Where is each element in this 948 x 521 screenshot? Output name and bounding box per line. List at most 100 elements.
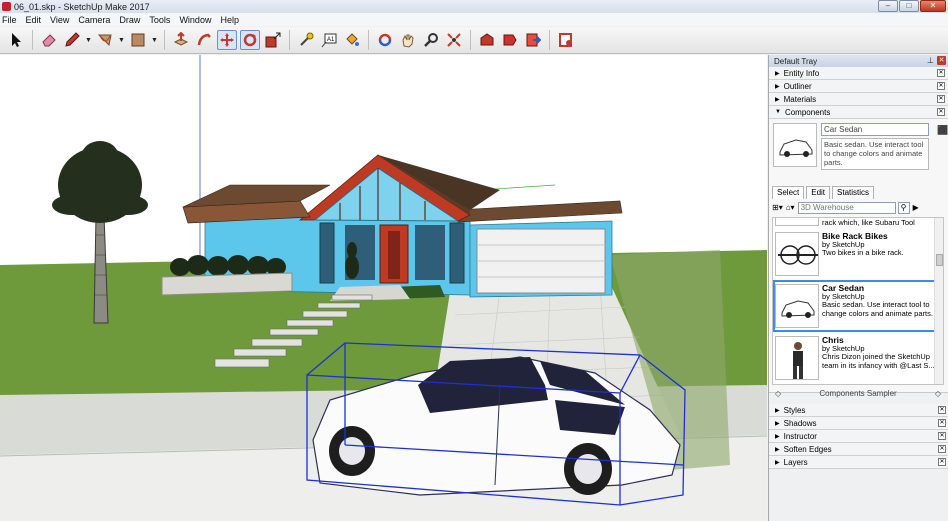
model-viewport[interactable] [0, 55, 767, 521]
selected-component-thumbnail [773, 123, 817, 167]
panel-soften-edges[interactable]: ▶ Soften Edges ✕ [769, 443, 948, 456]
selected-component: Car Sedan Basic sedan. Use interact tool… [773, 123, 948, 179]
back-arrow-icon[interactable]: ◇ [775, 389, 781, 398]
zoom-tool-icon[interactable] [421, 30, 441, 50]
push-pull-tool-icon[interactable] [171, 30, 191, 50]
menu-help[interactable]: Help [220, 15, 239, 25]
component-details-icon[interactable]: ⬛ [937, 125, 948, 136]
panel-close-icon[interactable]: ✕ [938, 432, 946, 440]
arc-dropdown-arrow-icon[interactable]: ▼ [118, 37, 125, 44]
component-thumbnail [775, 336, 819, 380]
default-tray: Default Tray ⊥ ✕ ▶ Entity Info ✕ ▶ Outli… [768, 55, 948, 521]
panel-label: Soften Edges [783, 444, 832, 454]
tab-statistics[interactable]: Statistics [832, 186, 875, 199]
tab-edit[interactable]: Edit [806, 186, 831, 199]
panel-close-icon[interactable]: ✕ [937, 108, 945, 116]
warehouse-search-input[interactable] [797, 201, 896, 214]
view-options-icon[interactable]: ⊞▾ [772, 203, 783, 212]
follow-me-tool-icon[interactable] [194, 30, 214, 50]
paint-bucket-tool-icon[interactable] [342, 30, 362, 50]
tray-close-icon[interactable]: ✕ [937, 56, 946, 65]
panel-close-icon[interactable]: ✕ [938, 445, 946, 453]
panel-layers[interactable]: ▶ Layers ✕ [769, 456, 948, 469]
maximize-button[interactable]: □ [899, 0, 919, 12]
search-icon[interactable]: ⚲ [897, 201, 910, 214]
panel-shadows[interactable]: ▶ Shadows ✕ [769, 417, 948, 430]
pan-tool-icon[interactable] [398, 30, 418, 50]
menu-edit[interactable]: Edit [26, 15, 42, 25]
warehouse-tool-icon[interactable] [477, 30, 497, 50]
panel-close-icon[interactable]: ✕ [937, 82, 945, 90]
scene-drawing[interactable] [0, 55, 767, 521]
pencil-tool-icon[interactable] [62, 30, 82, 50]
menu-window[interactable]: Window [179, 15, 211, 25]
components-list[interactable]: rack which, like Subaru Tool Bike Rack B… [772, 217, 944, 385]
components-list-scrollbar[interactable] [934, 218, 943, 384]
panel-outliner[interactable]: ▶ Outliner ✕ [769, 80, 948, 93]
sketchup-app-icon[interactable] [2, 2, 11, 11]
shape-tool-icon[interactable] [128, 30, 148, 50]
panel-close-icon[interactable]: ✕ [937, 95, 945, 103]
menu-draw[interactable]: Draw [119, 15, 140, 25]
shape-dropdown-arrow-icon[interactable]: ▼ [151, 37, 158, 44]
panel-label: Styles [783, 405, 806, 415]
tray-header: Default Tray ⊥ ✕ [769, 55, 948, 67]
text-tool-icon[interactable]: A1 [319, 30, 339, 50]
rotate-tool-icon[interactable] [240, 30, 260, 50]
component-description: Basic sedan. Use interact tool to change… [822, 300, 933, 318]
zoom-extents-tool-icon[interactable] [444, 30, 464, 50]
tray-title: Default Tray [774, 56, 818, 66]
arc-tool-icon[interactable] [95, 30, 115, 50]
extension-manager-tool-icon[interactable] [556, 30, 576, 50]
move-tool-icon[interactable] [217, 30, 237, 50]
panel-label: Layers [783, 457, 808, 467]
component-description: Chris Dizon joined the SketchUp team in … [822, 352, 935, 370]
menu-file[interactable]: File [2, 15, 17, 25]
list-item[interactable]: Bike Rack Bikes by SketchUp Two bikes in… [775, 230, 934, 278]
expand-triangle-icon: ▶ [775, 70, 780, 77]
panel-entity-info[interactable]: ▶ Entity Info ✕ [769, 67, 948, 80]
panel-close-icon[interactable]: ✕ [938, 406, 946, 414]
panel-close-icon[interactable]: ✕ [938, 419, 946, 427]
tab-select[interactable]: Select [772, 186, 805, 199]
panel-close-icon[interactable]: ✕ [937, 69, 945, 77]
forward-arrow-icon[interactable]: ▶ [913, 203, 919, 212]
tape-measure-tool-icon[interactable] [296, 30, 316, 50]
list-item[interactable]: rack which, like Subaru Tool [775, 218, 934, 228]
panel-materials[interactable]: ▶ Materials ✕ [769, 93, 948, 106]
home-icon[interactable]: ⌂▾ [786, 203, 795, 212]
close-button[interactable]: ✕ [920, 0, 946, 12]
scale-tool-icon[interactable] [263, 30, 283, 50]
scrollbar-thumb[interactable] [936, 254, 943, 266]
component-thumbnail [775, 284, 819, 328]
list-item-selected[interactable]: Car Sedan by SketchUp Basic sedan. Use i… [773, 280, 936, 332]
expand-triangle-icon: ▶ [775, 459, 780, 466]
components-tabs: Select Edit Statistics [772, 186, 876, 199]
next-arrow-icon[interactable]: ◇ [935, 389, 941, 398]
panel-instructor[interactable]: ▶ Instructor ✕ [769, 430, 948, 443]
sampler-row: ◇ Components Sampler ◇ [772, 389, 944, 401]
extension-warehouse-tool-icon[interactable] [500, 30, 520, 50]
panel-label: Entity Info [783, 68, 820, 78]
pencil-dropdown-arrow-icon[interactable]: ▼ [85, 37, 92, 44]
menu-view[interactable]: View [50, 15, 69, 25]
minimize-button[interactable]: – [878, 0, 898, 12]
toolbar-separator [368, 30, 369, 50]
menu-bar: File Edit View Camera Draw Tools Window … [0, 13, 948, 26]
select-tool-icon[interactable] [6, 30, 26, 50]
orbit-tool-icon[interactable] [375, 30, 395, 50]
panel-label: Materials [783, 94, 817, 104]
list-item[interactable]: Chris by SketchUp Chris Dizon joined the… [775, 334, 935, 382]
component-description-field[interactable]: Basic sedan. Use interact tool to change… [821, 138, 929, 170]
menu-tools[interactable]: Tools [149, 15, 170, 25]
panel-styles[interactable]: ▶ Styles ✕ [769, 404, 948, 417]
panel-label: Instructor [783, 431, 817, 441]
expand-triangle-icon: ▶ [775, 446, 780, 453]
component-name-field[interactable]: Car Sedan [821, 123, 929, 136]
panel-components[interactable]: ▼ Components ✕ [769, 106, 948, 119]
eraser-tool-icon[interactable] [39, 30, 59, 50]
send-to-layout-tool-icon[interactable] [523, 30, 543, 50]
panel-close-icon[interactable]: ✕ [938, 458, 946, 466]
menu-camera[interactable]: Camera [78, 15, 110, 25]
pin-icon[interactable]: ⊥ [927, 56, 934, 65]
